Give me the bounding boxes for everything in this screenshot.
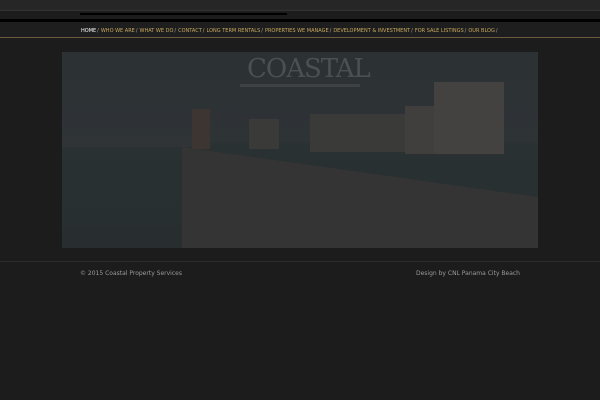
nav-item-properties-we-manage[interactable]: PROPERTIES WE MANAGE — [265, 28, 329, 34]
designer-credit-link[interactable]: Design by CNL Panama City Beach — [416, 270, 520, 277]
building — [434, 82, 504, 154]
nav-separator: / — [202, 28, 205, 34]
logo-tagline — [240, 84, 360, 87]
beach-sand — [182, 147, 538, 248]
distant-buildings — [62, 137, 192, 147]
nav-item-who-we-are[interactable]: WHO WE ARE — [101, 28, 135, 34]
nav-item-contact[interactable]: CONTACT — [178, 28, 202, 34]
nav-separator: / — [261, 28, 263, 34]
nav-separator: / — [464, 28, 467, 34]
hero-beach-image: COASTAL — [62, 52, 538, 248]
nav-item-our-blog[interactable]: OUR BLOG — [468, 28, 495, 34]
nav-separator: / — [329, 28, 332, 34]
building — [249, 119, 279, 149]
nav-item-home[interactable]: HOME — [81, 28, 96, 34]
nav-separator: / — [174, 28, 177, 34]
copyright-text: © 2015 Coastal Property Services — [80, 270, 182, 277]
nav-separator: / — [135, 28, 138, 34]
building — [405, 106, 435, 154]
nav-separator: / — [495, 28, 498, 34]
top-bar — [0, 0, 600, 11]
main-nav: HOME / WHO WE ARE / WHAT WE DO / CONTACT / LONG … — [81, 28, 500, 34]
nav-item-long-term-rentals[interactable]: LONG TERM RENTALS — [206, 28, 260, 34]
building — [310, 114, 405, 152]
nav-separator: / — [411, 28, 413, 34]
footer-divider — [0, 261, 600, 262]
nav-item-for-sale-listings[interactable]: FOR SALE LISTINGS — [415, 28, 464, 34]
coastal-logo: COASTAL — [247, 54, 371, 84]
nav-separator: / — [97, 28, 99, 34]
main-nav-bar: HOME / WHO WE ARE / WHAT WE DO / CONTACT / LONG … — [0, 19, 600, 38]
building — [192, 109, 210, 149]
nav-item-what-we-do[interactable]: WHAT WE DO — [140, 28, 174, 34]
nav-item-development-investment[interactable]: DEVELOPMENT & INVESTMENT — [333, 28, 410, 34]
header-divider — [80, 13, 287, 15]
